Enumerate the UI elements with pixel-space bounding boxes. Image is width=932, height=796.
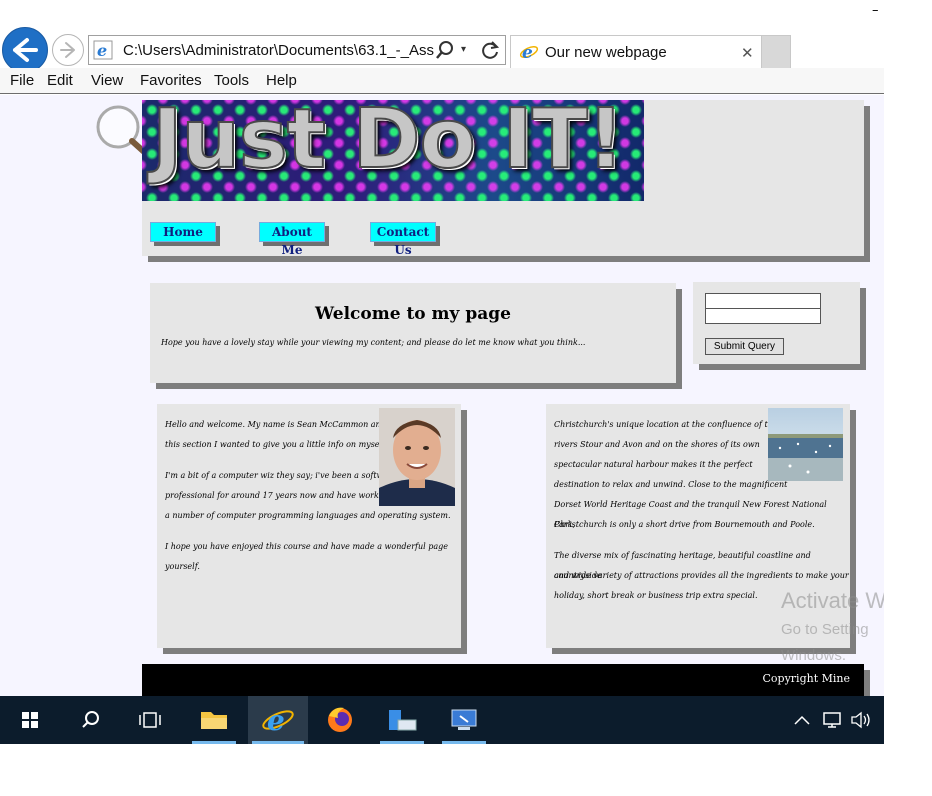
search-button[interactable] xyxy=(64,696,116,744)
internet-explorer-icon: e xyxy=(262,704,294,737)
browser-tab[interactable]: e Our new webpage ✕ xyxy=(510,35,762,68)
about-line: I hope you have enjoyed this course and … xyxy=(165,542,448,571)
city-line: Christchurch is only a short drive from … xyxy=(554,520,815,529)
folder-icon xyxy=(201,712,227,729)
city-line: destination to relax and unwind. Close t… xyxy=(554,480,788,489)
menu-view[interactable]: View xyxy=(91,72,123,89)
svg-text:e: e xyxy=(267,704,285,737)
text-input-2[interactable] xyxy=(705,308,821,324)
about-line: a number of computer programming languag… xyxy=(165,511,451,520)
file-explorer-button[interactable] xyxy=(188,696,240,744)
nav-contact-us[interactable]: Contact Us xyxy=(370,222,436,257)
about-line: I'm a bit of a computer wiz they say; i'… xyxy=(165,471,397,480)
nav-home[interactable]: Home xyxy=(150,222,216,242)
refresh-icon[interactable] xyxy=(479,39,501,61)
about-line: professional for around 17 years now and… xyxy=(165,491,399,500)
back-button[interactable] xyxy=(2,27,48,73)
taskbar: e xyxy=(0,696,884,744)
network-icon[interactable] xyxy=(823,712,841,728)
running-indicator xyxy=(252,741,304,744)
firefox-button[interactable] xyxy=(314,696,366,744)
svg-text:e: e xyxy=(522,43,533,62)
task-view-button[interactable] xyxy=(124,696,176,744)
minimize-button[interactable]: – xyxy=(872,4,884,17)
server-manager-icon xyxy=(389,710,417,731)
task-view-icon xyxy=(139,712,161,728)
menu-tools[interactable]: Tools xyxy=(214,72,249,89)
banner-title: Just Do IT! xyxy=(151,100,625,188)
nav-about-me[interactable]: About Me xyxy=(259,222,325,257)
menu-edit[interactable]: Edit xyxy=(47,72,73,89)
firefox-icon xyxy=(328,707,352,732)
about-line: Hello and welcome. My name is Sean McCam… xyxy=(165,420,397,429)
speaker-icon[interactable] xyxy=(851,711,870,729)
chevron-up-icon[interactable] xyxy=(794,715,810,725)
running-indicator xyxy=(380,741,424,744)
welcome-panel: Welcome to my page Hope you have a lovel… xyxy=(150,283,676,383)
activation-watermark: Windows. xyxy=(781,647,847,664)
submit-button[interactable]: Submit Query xyxy=(705,338,784,355)
copyright-text: Copyright Mine xyxy=(762,672,851,685)
city-line: holiday, short break or business trip ex… xyxy=(554,591,758,600)
address-text[interactable]: C:\Users\Administrator\Documents\63.1_-_… xyxy=(123,41,453,61)
menu-help[interactable]: Help xyxy=(266,72,297,89)
back-arrow-icon xyxy=(13,38,38,62)
new-tab-button[interactable] xyxy=(761,35,791,68)
city-line: rivers Stour and Avon and on the shores … xyxy=(554,440,760,449)
search-icon xyxy=(82,711,99,728)
activation-watermark: Go to Setting xyxy=(781,621,869,638)
footer: Copyright Mine xyxy=(142,664,864,696)
city-line: spectacular natural harbour makes it the… xyxy=(554,460,753,469)
forward-button[interactable] xyxy=(52,34,84,66)
welcome-title: Welcome to my page xyxy=(315,304,511,324)
system-tray xyxy=(790,708,880,732)
harbour-photo xyxy=(768,408,843,481)
running-indicator xyxy=(442,741,486,744)
ie-page-icon: e xyxy=(93,40,113,60)
menu-bar: File Edit View Favorites Tools Help xyxy=(0,68,884,94)
page-viewport: Just Do IT! Home About Me Contact Us Wel… xyxy=(0,95,884,696)
windows-logo-icon xyxy=(22,712,38,728)
welcome-text: Hope you have a lovely stay while your v… xyxy=(161,338,586,347)
city-line: and wide variety of attractions provides… xyxy=(554,571,849,580)
about-line: this section I wanted to give you a litt… xyxy=(165,440,388,449)
running-indicator xyxy=(192,741,236,744)
chevron-down-icon[interactable]: ▾ xyxy=(461,42,473,58)
forward-arrow-icon xyxy=(60,42,75,58)
browser-chrome: – e C:\Users\Administrator\Documents\63.… xyxy=(0,0,884,94)
start-button[interactable] xyxy=(4,696,56,744)
header-panel: Just Do IT! Home About Me Contact Us xyxy=(142,100,864,257)
internet-explorer-button[interactable]: e xyxy=(248,696,308,744)
menu-file[interactable]: File xyxy=(10,72,34,89)
remote-desktop-icon xyxy=(451,709,477,730)
banner-image: Just Do IT! xyxy=(142,100,644,201)
svg-text:e: e xyxy=(97,41,107,60)
search-icon[interactable] xyxy=(435,40,455,60)
ie-logo-icon: e xyxy=(519,43,539,62)
about-panel: Hello and welcome. My name is Sean McCam… xyxy=(157,404,461,648)
close-icon[interactable]: ✕ xyxy=(741,43,754,63)
server-manager-button[interactable] xyxy=(376,696,428,744)
remote-desktop-button[interactable] xyxy=(438,696,490,744)
form-panel: Submit Query xyxy=(693,282,860,364)
profile-photo xyxy=(379,408,455,506)
city-line: Christchurch's unique location at the co… xyxy=(554,420,778,429)
tab-title: Our new webpage xyxy=(545,44,667,61)
activation-watermark: Activate W xyxy=(781,588,884,613)
text-input-1[interactable] xyxy=(705,293,821,309)
address-bar[interactable]: e C:\Users\Administrator\Documents\63.1_… xyxy=(88,35,506,65)
menu-favorites[interactable]: Favorites xyxy=(140,72,202,89)
